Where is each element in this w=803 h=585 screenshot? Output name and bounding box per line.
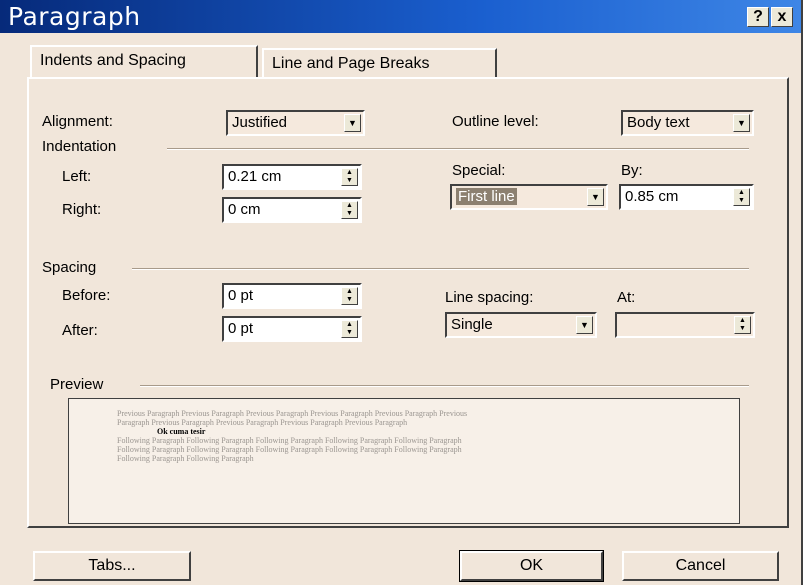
window-title: Paragraph [8,2,141,31]
preview-previous-line: Previous Paragraph Previous Paragraph Pr… [117,409,468,418]
spacing-group-label: Spacing [42,259,97,276]
outline-level-value: Body text [627,114,690,131]
spinner-icon[interactable]: ▲ ▼ [341,201,358,219]
tab-line-page-breaks[interactable]: Line and Page Breaks [262,48,497,77]
chevron-down-icon[interactable]: ▼ [733,114,750,132]
divider [132,268,749,270]
spinner-icon[interactable]: ▲ ▼ [733,188,750,206]
by-value: 0.85 cm [625,188,679,205]
spinner-icon[interactable]: ▲ ▼ [341,320,358,338]
after-field[interactable]: 0 pt ▲ ▼ [222,316,362,342]
title-bar[interactable]: Paragraph ? x [0,0,801,33]
after-label: After: [62,322,98,339]
alignment-value: Justified [232,114,288,131]
by-field[interactable]: 0.85 cm ▲ ▼ [619,184,754,210]
tab-indents-spacing[interactable]: Indents and Spacing [30,45,258,78]
special-label: Special: [452,162,506,179]
chevron-down-icon[interactable]: ▼ [344,114,361,132]
spinner-icon[interactable]: ▲ ▼ [734,316,751,334]
divider [140,385,749,387]
help-button[interactable]: ? [747,7,769,27]
left-indent-field[interactable]: 0.21 cm ▲ ▼ [222,164,362,190]
preview-following-line: Following Paragraph Following Paragraph [117,454,254,463]
close-button[interactable]: x [771,7,793,27]
spinner-icon[interactable]: ▲ ▼ [341,287,358,305]
right-indent-label: Right: [62,201,102,218]
left-indent-value: 0.21 cm [228,168,282,185]
alignment-label: Alignment: [42,113,113,130]
before-value: 0 pt [228,287,254,304]
line-spacing-value: Single [451,316,493,333]
chevron-down-icon[interactable]: ▼ [576,316,593,334]
left-indent-label: Left: [62,168,92,185]
preview-current-paragraph: Ok cuma tesir [157,427,206,436]
special-value: First line [456,188,517,205]
preview-group-label: Preview [50,376,104,393]
before-field[interactable]: 0 pt ▲ ▼ [222,283,362,309]
line-spacing-select[interactable]: Single ▼ [445,312,597,338]
paragraph-dialog: Paragraph ? x Line and Page Breaks Inden… [0,0,803,585]
tabs-button[interactable]: Tabs... [33,551,191,581]
before-label: Before: [62,287,111,304]
alignment-select[interactable]: Justified ▼ [226,110,365,136]
preview-previous-line: Paragraph Previous Paragraph Previous Pa… [117,418,408,427]
preview-following-line: Following Paragraph Following Paragraph … [117,436,462,445]
at-field[interactable]: ▲ ▼ [615,312,755,338]
outline-level-select[interactable]: Body text ▼ [621,110,754,136]
indentation-group-label: Indentation [42,138,117,155]
line-spacing-label: Line spacing: [445,289,534,306]
right-indent-field[interactable]: 0 cm ▲ ▼ [222,197,362,223]
ok-button[interactable]: OK [459,550,604,582]
at-label: At: [617,289,636,306]
after-value: 0 pt [228,320,254,337]
by-label: By: [621,162,643,179]
preview-following-line: Following Paragraph Following Paragraph … [117,445,462,454]
outline-level-label: Outline level: [452,113,539,130]
preview-box: Previous Paragraph Previous Paragraph Pr… [68,398,740,524]
right-indent-value: 0 cm [228,201,261,218]
spinner-icon[interactable]: ▲ ▼ [341,168,358,186]
special-select[interactable]: First line ▼ [450,184,608,210]
chevron-down-icon[interactable]: ▼ [587,188,604,206]
divider [167,148,749,150]
cancel-button[interactable]: Cancel [622,551,779,581]
